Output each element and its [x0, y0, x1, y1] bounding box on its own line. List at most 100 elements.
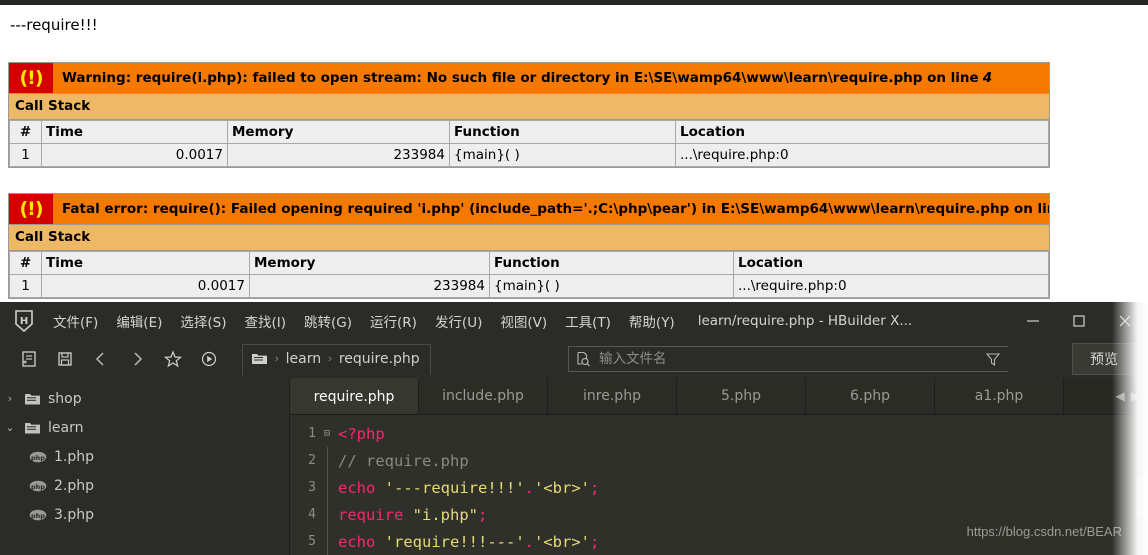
tab-scroll-right-icon[interactable]: ▶: [1131, 389, 1140, 403]
file-search-input[interactable]: [597, 350, 978, 368]
breadcrumb-file[interactable]: require.php: [339, 351, 420, 367]
line-number-3: 3: [308, 480, 316, 495]
fatal-table-header-row: # Time Memory Function Location: [9, 251, 1049, 275]
warning-header: (!) Warning: require(i.php): failed to o…: [9, 63, 1049, 93]
php-echo-output: ---require!!!: [10, 16, 98, 34]
tab-scroll-controls: ◀ ▶: [1111, 378, 1144, 414]
forward-icon[interactable]: [122, 344, 152, 374]
editor-vertical-scrollbar[interactable]: [1136, 415, 1148, 555]
hbuilderx-toolbar: › learn › require.php 输入文件名 预览: [0, 340, 1148, 378]
token-echo: echo: [338, 532, 376, 551]
table-row: 1 0.0017 233984 {main}( ) ...\require.ph…: [9, 274, 1049, 298]
favorite-star-icon[interactable]: [158, 344, 188, 374]
tab-5-php[interactable]: 5.php: [677, 378, 806, 414]
menu-tools[interactable]: 工具(T): [556, 307, 620, 335]
back-icon[interactable]: [86, 344, 116, 374]
col-header-time: Time: [41, 251, 250, 275]
fatal-exclamation-icon: (!): [9, 194, 54, 224]
tree-label-1php: 1.php: [54, 448, 95, 465]
fatal-header: (!) Fatal error: require(): Failed openi…: [9, 194, 1049, 224]
tab-include-php[interactable]: include.php: [419, 378, 548, 414]
tab-6-php[interactable]: 6.php: [806, 378, 935, 414]
watermark-text: https://blog.csdn.net/BEAR: [966, 524, 1122, 539]
code-text-5: echo 'require!!!---'.'<br>';: [334, 533, 599, 551]
tree-item-learn[interactable]: ⌄ learn: [0, 413, 289, 442]
svg-text:php: php: [31, 483, 45, 491]
table-row: 1 0.0017 233984 {main}( ) ...\require.ph…: [9, 143, 1049, 167]
chevron-down-icon[interactable]: ⌄: [0, 421, 20, 434]
code-text-1: <?php: [334, 425, 385, 443]
menu-goto[interactable]: 跳转(G): [295, 307, 361, 335]
preview-button[interactable]: 预览: [1072, 343, 1136, 375]
tab-scroll-left-icon[interactable]: ◀: [1116, 389, 1125, 403]
menu-help[interactable]: 帮助(Y): [620, 307, 684, 335]
tree-item-2php[interactable]: php 2.php: [0, 471, 289, 500]
token-string-2: '<br>': [534, 532, 590, 551]
tree-item-shop[interactable]: › shop: [0, 384, 289, 413]
fatal-message-text: Fatal error: require(): Failed opening r…: [62, 201, 1049, 217]
menu-find[interactable]: 查找(I): [236, 307, 296, 335]
tree-label-3php: 3.php: [54, 506, 95, 523]
token-echo: echo: [338, 478, 376, 497]
run-icon[interactable]: [194, 344, 224, 374]
code-text-4: require "i.php";: [334, 506, 487, 524]
col-header-num: #: [9, 120, 42, 144]
col-header-memory: Memory: [227, 120, 450, 144]
hbuilderx-window: H 文件(F) 编辑(E) 选择(S) 查找(I) 跳转(G) 运行(R) 发行…: [0, 302, 1148, 555]
new-file-icon[interactable]: [14, 344, 44, 374]
menu-view[interactable]: 视图(V): [491, 307, 556, 335]
folder-icon: [20, 421, 44, 435]
breadcrumb: › learn › require.php: [242, 343, 431, 375]
php-warning-block: (!) Warning: require(i.php): failed to o…: [8, 62, 1050, 168]
token-php-open: <?php: [338, 424, 385, 443]
menu-select[interactable]: 选择(S): [171, 307, 235, 335]
menu-publish[interactable]: 发行(U): [426, 307, 491, 335]
svg-text:php: php: [31, 512, 45, 520]
close-icon[interactable]: [1102, 302, 1148, 340]
token-string-1: 'require!!!---': [384, 532, 525, 551]
menu-edit[interactable]: 编辑(E): [107, 307, 171, 335]
token-comment: // require.php: [338, 451, 469, 470]
tree-label-shop: shop: [48, 390, 82, 407]
code-text-3: echo '---require!!!'.'<br>';: [334, 479, 599, 497]
cell-num: 1: [9, 274, 42, 298]
token-concat: .: [524, 532, 534, 551]
save-icon[interactable]: [50, 344, 80, 374]
tab-inre-php[interactable]: inre.php: [548, 378, 677, 414]
editor-tabbar: require.php include.php inre.php 5.php 6…: [290, 378, 1148, 415]
fatal-message-row: Fatal error: require(): Failed opening r…: [54, 194, 1049, 224]
maximize-icon[interactable]: [1056, 302, 1102, 340]
file-search-bar[interactable]: [568, 346, 1008, 372]
cell-memory: 233984: [227, 143, 450, 167]
tab-a1-php[interactable]: a1.php: [935, 378, 1064, 414]
screenshot-root: ---require!!! (!) Warning: require(i.php…: [0, 0, 1148, 555]
breadcrumb-folder[interactable]: learn: [286, 351, 321, 367]
token-require: require: [338, 505, 404, 524]
warning-table-header-row: # Time Memory Function Location: [9, 120, 1049, 144]
tree-item-3php[interactable]: php 3.php: [0, 500, 289, 529]
tab-require-php[interactable]: require.php: [290, 378, 419, 414]
code-editor[interactable]: 1 ⊟ <?php 2 // require.php 3 echo '---re…: [290, 415, 1148, 555]
fold-marker-icon[interactable]: ⊟: [320, 428, 334, 439]
tree-item-1php[interactable]: php 1.php: [0, 442, 289, 471]
chevron-right-icon[interactable]: ›: [0, 392, 20, 405]
cell-time: 0.0017: [41, 274, 250, 298]
line-number-5: 5: [308, 534, 316, 549]
warning-callstack-title: Call Stack: [9, 93, 1049, 120]
warning-message-text: Warning: require(i.php): failed to open …: [62, 70, 979, 86]
php-file-icon: php: [26, 451, 50, 463]
gutter-guide: [320, 474, 334, 501]
col-header-time: Time: [41, 120, 228, 144]
menu-file[interactable]: 文件(F): [44, 307, 107, 335]
filter-icon[interactable]: [978, 351, 1008, 367]
line-number-1: 1: [308, 426, 316, 441]
token-semicolon: ;: [590, 532, 600, 551]
hbuilderx-body: › shop ⌄ learn php 1.php php 2.php php 3…: [0, 378, 1148, 555]
php-fatal-error-block: (!) Fatal error: require(): Failed openi…: [8, 193, 1050, 299]
menu-run[interactable]: 运行(R): [361, 307, 426, 335]
token-string-1: '---require!!!': [384, 478, 525, 497]
minimize-icon[interactable]: [1010, 302, 1056, 340]
